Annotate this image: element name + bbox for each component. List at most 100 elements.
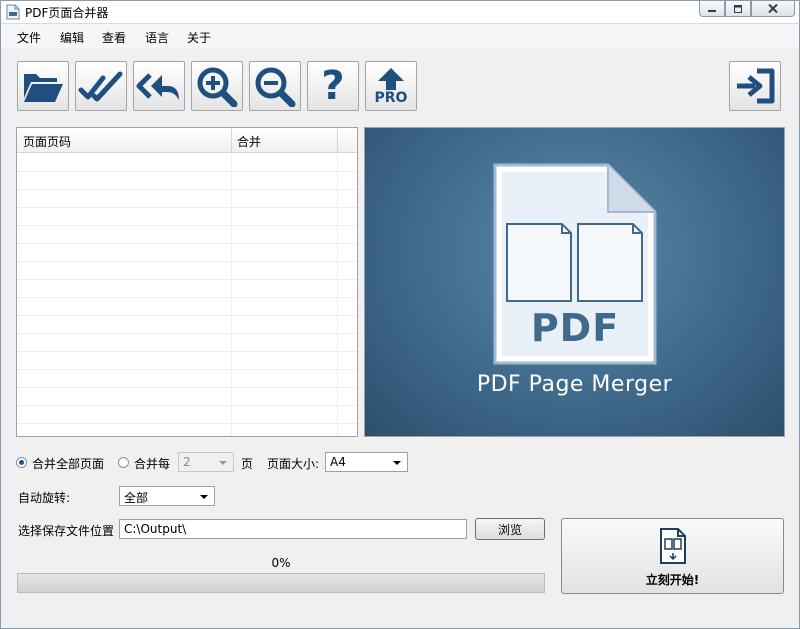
pages-unit-label: 页 <box>241 457 254 471</box>
menu-view[interactable]: 查看 <box>102 29 126 46</box>
browse-button-label: 浏览 <box>497 522 522 537</box>
table-row[interactable] <box>17 297 357 316</box>
row-divider <box>231 369 232 387</box>
row-divider <box>231 279 232 297</box>
window-title: PDF页面合并器 <box>25 6 109 20</box>
row-divider <box>337 423 338 436</box>
zoom-out-button[interactable] <box>249 61 301 111</box>
table-row[interactable] <box>17 225 357 244</box>
row-divider <box>231 423 232 436</box>
zoom-in-icon <box>197 67 238 107</box>
sign-in-icon <box>737 68 775 104</box>
folder-open-icon <box>24 74 63 102</box>
merge-each-radio[interactable] <box>118 457 129 468</box>
menu-language[interactable]: 语言 <box>145 29 169 46</box>
progress-text: 0% <box>271 556 291 570</box>
row-divider <box>231 297 232 315</box>
row-divider <box>231 387 232 405</box>
upgrade-pro-button[interactable]: PRO <box>365 61 417 111</box>
undo-button[interactable] <box>133 61 185 111</box>
menu-file[interactable]: 文件 <box>17 29 41 46</box>
maximize-button[interactable] <box>725 1 751 17</box>
column-divider[interactable] <box>231 128 232 152</box>
chevron-down-icon <box>200 495 208 499</box>
auto-rotate-value: 全部 <box>124 491 149 505</box>
table-row[interactable] <box>17 405 357 424</box>
open-button[interactable] <box>17 61 69 111</box>
row-divider <box>231 153 232 171</box>
app-window: PDF页面合并器 文件 编辑 查看 语言 关于 ? PRO 页面页码 合并 PD… <box>0 0 800 629</box>
page-size-value: A4 <box>330 455 346 469</box>
row-divider <box>337 225 338 243</box>
table-row[interactable] <box>17 387 357 406</box>
start-button[interactable]: 立刻开始! <box>561 518 784 594</box>
column-divider[interactable] <box>337 128 338 152</box>
row-divider <box>337 279 338 297</box>
table-row[interactable] <box>17 189 357 208</box>
merge-all-radio[interactable] <box>16 457 27 468</box>
merge-document-icon <box>660 528 686 564</box>
close-button[interactable] <box>751 1 795 17</box>
row-divider <box>337 369 338 387</box>
row-divider <box>231 243 232 261</box>
table-row[interactable] <box>17 207 357 226</box>
browse-button[interactable]: 浏览 <box>475 518 545 540</box>
maximize-icon <box>734 4 742 13</box>
arrow-up-icon <box>378 68 404 90</box>
table-row[interactable] <box>17 423 357 436</box>
merge-all-label: 合并全部页面 <box>32 457 105 471</box>
table-row[interactable] <box>17 333 357 352</box>
row-divider <box>337 351 338 369</box>
table-row[interactable] <box>17 261 357 280</box>
column-header-merge[interactable]: 合并 <box>237 133 261 150</box>
exit-button[interactable] <box>729 61 781 111</box>
merge-each-count-value: 2 <box>183 455 191 469</box>
output-path-field[interactable] <box>119 519 467 539</box>
zoom-out-icon <box>255 67 296 107</box>
minimize-button[interactable] <box>699 1 725 17</box>
menu-bar: 文件 编辑 查看 语言 关于 <box>1 24 799 48</box>
select-all-button[interactable] <box>75 61 127 111</box>
page-size-select[interactable]: A4 <box>325 452 408 472</box>
merge-each-count-select[interactable]: 2 <box>178 452 234 472</box>
app-icon <box>6 4 20 20</box>
minimize-icon <box>708 9 716 12</box>
row-divider <box>231 261 232 279</box>
window-controls <box>699 1 795 17</box>
table-row[interactable] <box>17 153 357 172</box>
output-path-input[interactable] <box>124 521 454 537</box>
chevron-down-icon <box>219 461 227 465</box>
chevron-down-icon <box>393 461 401 465</box>
row-divider <box>337 405 338 423</box>
zoom-in-button[interactable] <box>191 61 243 111</box>
row-divider <box>337 333 338 351</box>
row-divider <box>231 207 232 225</box>
preview-panel: PDF PDF Page Merger <box>364 127 785 437</box>
menu-about[interactable]: 关于 <box>187 29 211 46</box>
row-divider <box>231 351 232 369</box>
double-check-icon <box>78 71 123 102</box>
pdf-document-label: PDF <box>530 306 620 350</box>
page-list[interactable]: 页面页码 合并 <box>16 127 358 437</box>
row-divider <box>231 225 232 243</box>
page-list-header: 页面页码 合并 <box>17 128 357 153</box>
row-divider <box>337 243 338 261</box>
row-divider <box>337 261 338 279</box>
table-row[interactable] <box>17 171 357 190</box>
table-row[interactable] <box>17 243 357 262</box>
title-bar: PDF页面合并器 <box>1 1 799 24</box>
column-header-page-number[interactable]: 页面页码 <box>23 133 71 150</box>
table-row[interactable] <box>17 369 357 388</box>
table-row[interactable] <box>17 351 357 370</box>
auto-rotate-label: 自动旋转: <box>18 491 71 505</box>
row-divider <box>231 171 232 189</box>
merge-each-label: 合并每 <box>134 457 171 471</box>
help-icon: ? <box>321 63 345 109</box>
table-row[interactable] <box>17 279 357 298</box>
row-divider <box>337 171 338 189</box>
table-row[interactable] <box>17 315 357 334</box>
row-divider <box>337 297 338 315</box>
menu-edit[interactable]: 编辑 <box>60 29 84 46</box>
help-button[interactable]: ? <box>307 61 359 111</box>
auto-rotate-select[interactable]: 全部 <box>119 486 215 506</box>
